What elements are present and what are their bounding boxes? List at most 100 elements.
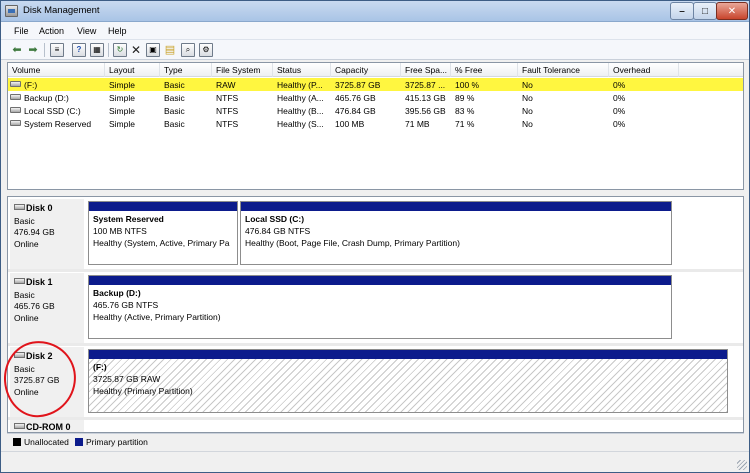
disk-0-name: Disk 0	[14, 203, 53, 213]
partition-status: Healthy (Active, Primary Partition)	[93, 312, 221, 322]
cell-percent-free: 89 %	[455, 93, 475, 103]
disk-2-status: Online	[14, 387, 39, 397]
cell-free-space: 395.56 GB	[405, 106, 446, 116]
cell-fault-tolerance: No	[522, 119, 533, 129]
cell-percent-free: 100 %	[455, 80, 480, 90]
unallocated-swatch	[13, 438, 21, 446]
disk-separator	[8, 269, 743, 272]
cell-status: Healthy (S...	[277, 119, 324, 129]
title-bar[interactable]: Disk Management – □ ✕	[1, 1, 749, 22]
close-button[interactable]: ✕	[716, 2, 748, 20]
maximize-button[interactable]: □	[693, 2, 717, 20]
disk-pane[interactable]: Disk 0 Basic 476.94 GB Online System Res…	[7, 196, 744, 433]
cdrom-0-label: CD-ROM 0	[26, 422, 71, 432]
cell-volume: System Reserved	[24, 119, 92, 129]
window-title: Disk Management	[23, 5, 100, 16]
cell-free-space: 71 MB	[405, 119, 430, 129]
refresh-icon[interactable]: ↻	[113, 43, 127, 57]
legend: Unallocated Primary partition	[7, 433, 744, 449]
back-arrow-icon[interactable]: ⬅	[10, 43, 24, 57]
volume-list[interactable]: Volume Layout Type File System Status Ca…	[7, 62, 744, 190]
partition-backup[interactable]: Backup (D:) 465.76 GB NTFS Healthy (Acti…	[88, 275, 672, 339]
column-header-type[interactable]: Type	[160, 63, 212, 77]
forward-arrow-icon[interactable]: ➡	[26, 43, 40, 57]
disk-0-partitions: System Reserved 100 MB NTFS Healthy (Sys…	[86, 199, 728, 269]
disk-2-label: Disk 2	[26, 351, 53, 361]
column-header-free-space[interactable]: Free Spa...	[401, 63, 451, 77]
cell-file-system: NTFS	[216, 119, 239, 129]
partition-size: 465.76 GB NTFS	[93, 300, 159, 310]
disk-0-info[interactable]: Disk 0 Basic 476.94 GB Online	[10, 199, 84, 269]
open-folder-icon[interactable]: ▤	[163, 43, 177, 57]
volume-row-backup[interactable]: Backup (D:) Simple Basic NTFS Healthy (A…	[8, 91, 743, 104]
partition-system-reserved[interactable]: System Reserved 100 MB NTFS Healthy (Sys…	[88, 201, 238, 265]
column-header-status[interactable]: Status	[273, 63, 331, 77]
menu-help[interactable]: Help	[108, 26, 127, 36]
help-icon[interactable]: ?	[72, 43, 86, 57]
properties-icon[interactable]: ≡	[50, 43, 64, 57]
column-header-capacity[interactable]: Capacity	[331, 63, 401, 77]
cell-overhead: 0%	[613, 93, 626, 103]
partition-f[interactable]: (F:) 3725.87 GB RAW Healthy (Primary Par…	[88, 349, 728, 413]
cell-layout: Simple	[109, 119, 135, 129]
minimize-button[interactable]: –	[670, 2, 694, 20]
cdrom-0-name: CD-ROM 0	[14, 422, 71, 432]
volume-row-system-reserved[interactable]: System Reserved Simple Basic NTFS Health…	[8, 117, 743, 130]
disk-separator	[8, 343, 743, 346]
column-header-volume[interactable]: Volume	[8, 63, 105, 77]
cell-fault-tolerance: No	[522, 93, 533, 103]
partition-status: Healthy (Boot, Page File, Crash Dump, Pr…	[245, 238, 460, 248]
menu-view[interactable]: View	[77, 26, 96, 36]
settings-icon[interactable]: ⚙	[199, 43, 213, 57]
disk-management-icon	[5, 5, 18, 17]
partition-local-ssd[interactable]: Local SSD (C:) 476.84 GB NTFS Healthy (B…	[240, 201, 672, 265]
cell-layout: Simple	[109, 93, 135, 103]
column-header-file-system[interactable]: File System	[212, 63, 273, 77]
cell-overhead: 0%	[613, 80, 626, 90]
column-header-fault-tolerance[interactable]: Fault Tolerance	[518, 63, 609, 77]
disk-0-label: Disk 0	[26, 203, 53, 213]
search-icon[interactable]: ⌕	[181, 43, 195, 57]
console-icon[interactable]: ▦	[90, 43, 104, 57]
disk-2-type: Basic	[14, 364, 35, 374]
column-header-layout[interactable]: Layout	[105, 63, 160, 77]
cell-type: Basic	[164, 93, 185, 103]
disk-2-info[interactable]: Disk 2 Basic 3725.87 GB Online	[10, 347, 84, 417]
cell-file-system: RAW	[216, 80, 236, 90]
partition-name: (F:)	[93, 362, 107, 372]
disk-2-name: Disk 2	[14, 351, 53, 361]
volume-icon	[10, 81, 21, 87]
partition-size: 476.84 GB NTFS	[245, 226, 311, 236]
new-icon[interactable]: ▣	[146, 43, 160, 57]
disk-1-info[interactable]: Disk 1 Basic 465.76 GB Online	[10, 273, 84, 343]
cell-fault-tolerance: No	[522, 80, 533, 90]
cdrom-0-info[interactable]: CD-ROM 0	[10, 420, 84, 432]
volume-row-local-ssd[interactable]: Local SSD (C:) Simple Basic NTFS Healthy…	[8, 104, 743, 117]
menu-action[interactable]: Action	[39, 26, 64, 36]
cell-status: Healthy (A...	[277, 93, 324, 103]
column-header-overhead[interactable]: Overhead	[609, 63, 679, 77]
cell-capacity: 3725.87 GB	[335, 80, 381, 90]
partition-name: Local SSD (C:)	[245, 214, 305, 224]
delete-icon[interactable]: ✕	[129, 43, 143, 57]
column-header-percent-free[interactable]: % Free	[451, 63, 518, 77]
toolbar: ⬅ ➡ ≡ ? ▦ ↻ ✕ ▣ ▤ ⌕ ⚙	[1, 40, 749, 60]
partition-name: System Reserved	[93, 214, 164, 224]
cell-capacity: 100 MB	[335, 119, 365, 129]
cell-file-system: NTFS	[216, 106, 239, 116]
primary-partition-bar	[89, 350, 727, 359]
disk-1-type: Basic	[14, 290, 35, 300]
partition-status: Healthy (Primary Partition)	[93, 386, 193, 396]
cell-type: Basic	[164, 80, 185, 90]
resize-grip[interactable]	[737, 460, 747, 470]
partition-size: 3725.87 GB RAW	[93, 374, 161, 384]
disk-1-status: Online	[14, 313, 39, 323]
menu-file[interactable]: File	[14, 26, 29, 36]
primary-partition-bar	[89, 202, 237, 211]
toolbar-separator	[108, 43, 109, 57]
toolbar-separator	[44, 43, 45, 57]
disk-management-window: Disk Management – □ ✕ File Action View H…	[0, 0, 750, 473]
volume-row-f[interactable]: (F:) Simple Basic RAW Healthy (P... 3725…	[8, 78, 743, 91]
disk-2-size: 3725.87 GB	[14, 375, 60, 385]
cell-percent-free: 71 %	[455, 119, 475, 129]
